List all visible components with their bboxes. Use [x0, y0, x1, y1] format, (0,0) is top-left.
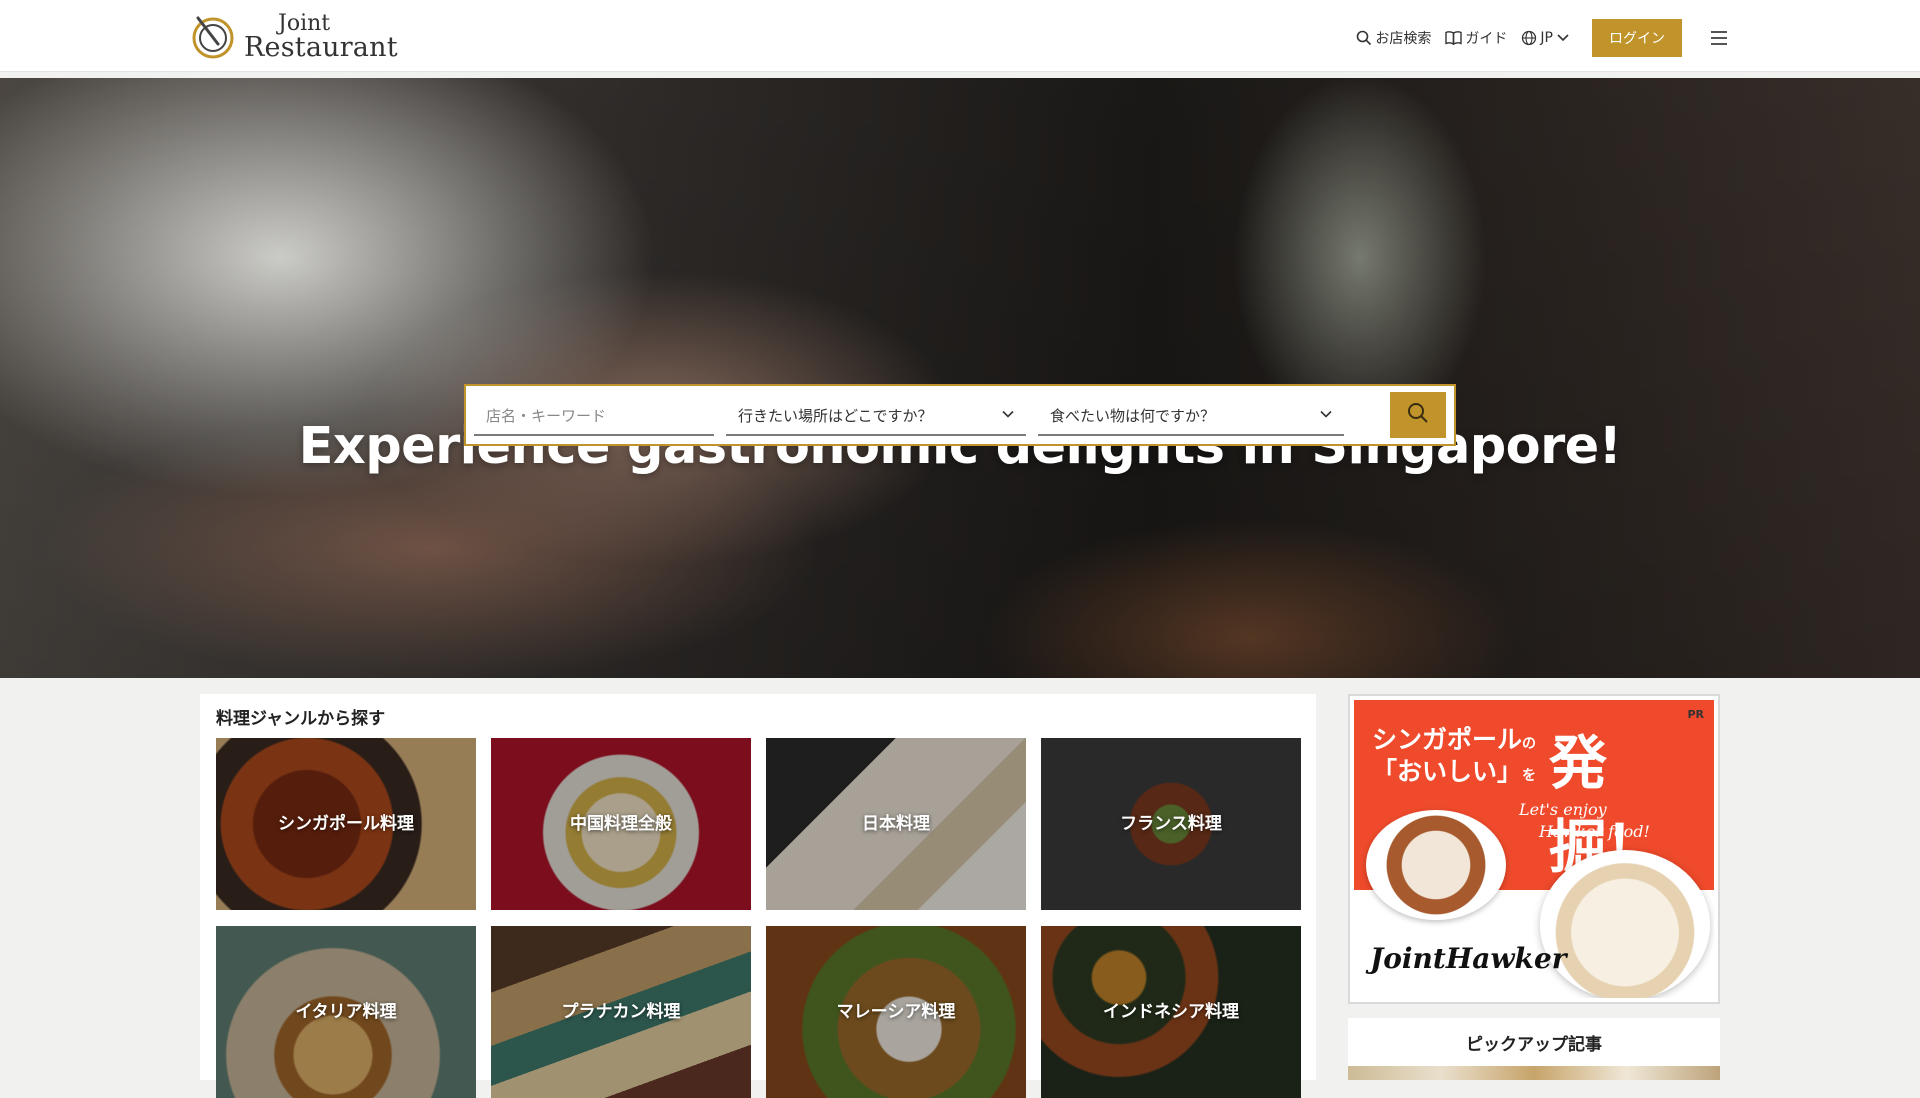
search-bar: 店名・キーワード 行きたい場所はどこですか？ 食べたい物は何ですか？ — [464, 384, 1456, 446]
ad-headline-1: シンガポールの — [1372, 720, 1536, 756]
search-icon — [1356, 30, 1372, 46]
logo-icon — [190, 14, 236, 60]
genre-tile-peranakan[interactable]: プラナカン料理 — [491, 926, 751, 1098]
genre-section: 料理ジャンルから探す シンガポール料理 中国料理全般 日本料理 フランス料理 イ… — [200, 694, 1316, 1098]
genre-tile-italian[interactable]: イタリア料理 — [216, 926, 476, 1098]
genre-tile-label: イタリア料理 — [295, 1001, 397, 1022]
pr-badge: PR — [1687, 708, 1704, 721]
language-label: JP — [1540, 30, 1553, 46]
genre-tile-label: シンガポール料理 — [278, 813, 414, 834]
genre-tile-label: プラナカン料理 — [561, 1001, 681, 1022]
pickup-articles-section: ピックアップ記事 — [1348, 1018, 1720, 1080]
nav-guide[interactable]: ガイド — [1445, 28, 1507, 48]
genre-tile-label: インドネシア料理 — [1103, 1001, 1239, 1022]
hero-banner: Experience gastronomic delights in Singa… — [0, 78, 1920, 678]
chevron-down-icon — [1320, 406, 1332, 424]
pr-banner-ad[interactable]: PR シンガポールの 「おいしい」を 発掘！ Let's enjoy Hawke… — [1348, 694, 1720, 1004]
ad-noodle-bowl-image — [1540, 850, 1710, 998]
genre-tile-label: マレーシア料理 — [836, 1001, 956, 1022]
genre-tile-singaporean[interactable]: シンガポール料理 — [216, 738, 476, 910]
cuisine-select[interactable]: 食べたい物は何ですか？ — [1038, 396, 1344, 436]
genre-tile-indonesian[interactable]: インドネシア料理 — [1041, 926, 1301, 1098]
ad-script-line-2: Hawker food! — [1539, 822, 1650, 841]
ad-headline-2-text: 「おいしい」 — [1372, 757, 1523, 786]
hamburger-menu-icon[interactable] — [1708, 27, 1730, 49]
ad-brand-logo: JointHawker — [1370, 942, 1567, 975]
ad-headline-1-text: シンガポール — [1372, 725, 1523, 754]
nav-store-search-label: お店検索 — [1375, 31, 1432, 47]
search-icon — [1407, 402, 1429, 428]
pickup-article-thumbnail[interactable] — [1348, 1066, 1720, 1080]
location-select[interactable]: 行きたい場所はどこですか？ — [726, 396, 1026, 436]
genre-section-title: 料理ジャンルから探す — [216, 709, 386, 729]
chevron-down-icon — [1556, 31, 1570, 45]
site-header: Joint Restaurant お店検索 ガイド JP ログイン — [0, 0, 1920, 72]
cuisine-select-label: 食べたい物は何ですか？ — [1050, 406, 1216, 425]
ad-food-plate-image — [1366, 810, 1506, 920]
search-button[interactable] — [1390, 392, 1446, 438]
site-logo[interactable]: Joint Restaurant — [190, 12, 398, 62]
genre-tile-label: 日本料理 — [862, 813, 930, 834]
header-nav: お店検索 ガイド JP ログイン — [1356, 19, 1730, 57]
pickup-articles-title: ピックアップ記事 — [1466, 1035, 1602, 1055]
nav-guide-label: ガイド — [1465, 31, 1508, 47]
logo-line2: Restaurant — [244, 31, 398, 63]
ad-script-line-1: Let's enjoy — [1519, 800, 1607, 819]
ad-headline-2-particle: を — [1522, 768, 1537, 784]
hero-image-overlay — [0, 78, 1920, 678]
ad-creative: PR シンガポールの 「おいしい」を 発掘！ Let's enjoy Hawke… — [1354, 700, 1714, 998]
nav-store-search[interactable]: お店検索 — [1356, 28, 1431, 48]
book-icon — [1445, 30, 1463, 46]
ad-headline-2: 「おいしい」を — [1372, 752, 1536, 788]
genre-tile-malaysian[interactable]: マレーシア料理 — [766, 926, 1026, 1098]
genre-tile-french[interactable]: フランス料理 — [1041, 738, 1301, 910]
genre-tile-japanese[interactable]: 日本料理 — [766, 738, 1026, 910]
genre-tile-label: フランス料理 — [1120, 813, 1222, 834]
ad-headline-1-particle: の — [1522, 736, 1537, 752]
genre-tile-label: 中国料理全般 — [570, 813, 672, 834]
genre-tile-chinese[interactable]: 中国料理全般 — [491, 738, 751, 910]
keyword-input[interactable]: 店名・キーワード — [474, 396, 714, 436]
chevron-down-icon — [1002, 406, 1014, 424]
login-button[interactable]: ログイン — [1592, 19, 1682, 57]
language-selector[interactable]: JP — [1521, 30, 1570, 46]
globe-icon — [1521, 30, 1537, 46]
location-select-label: 行きたい場所はどこですか？ — [738, 406, 933, 425]
logo-wordmark: Joint Restaurant — [244, 12, 398, 63]
